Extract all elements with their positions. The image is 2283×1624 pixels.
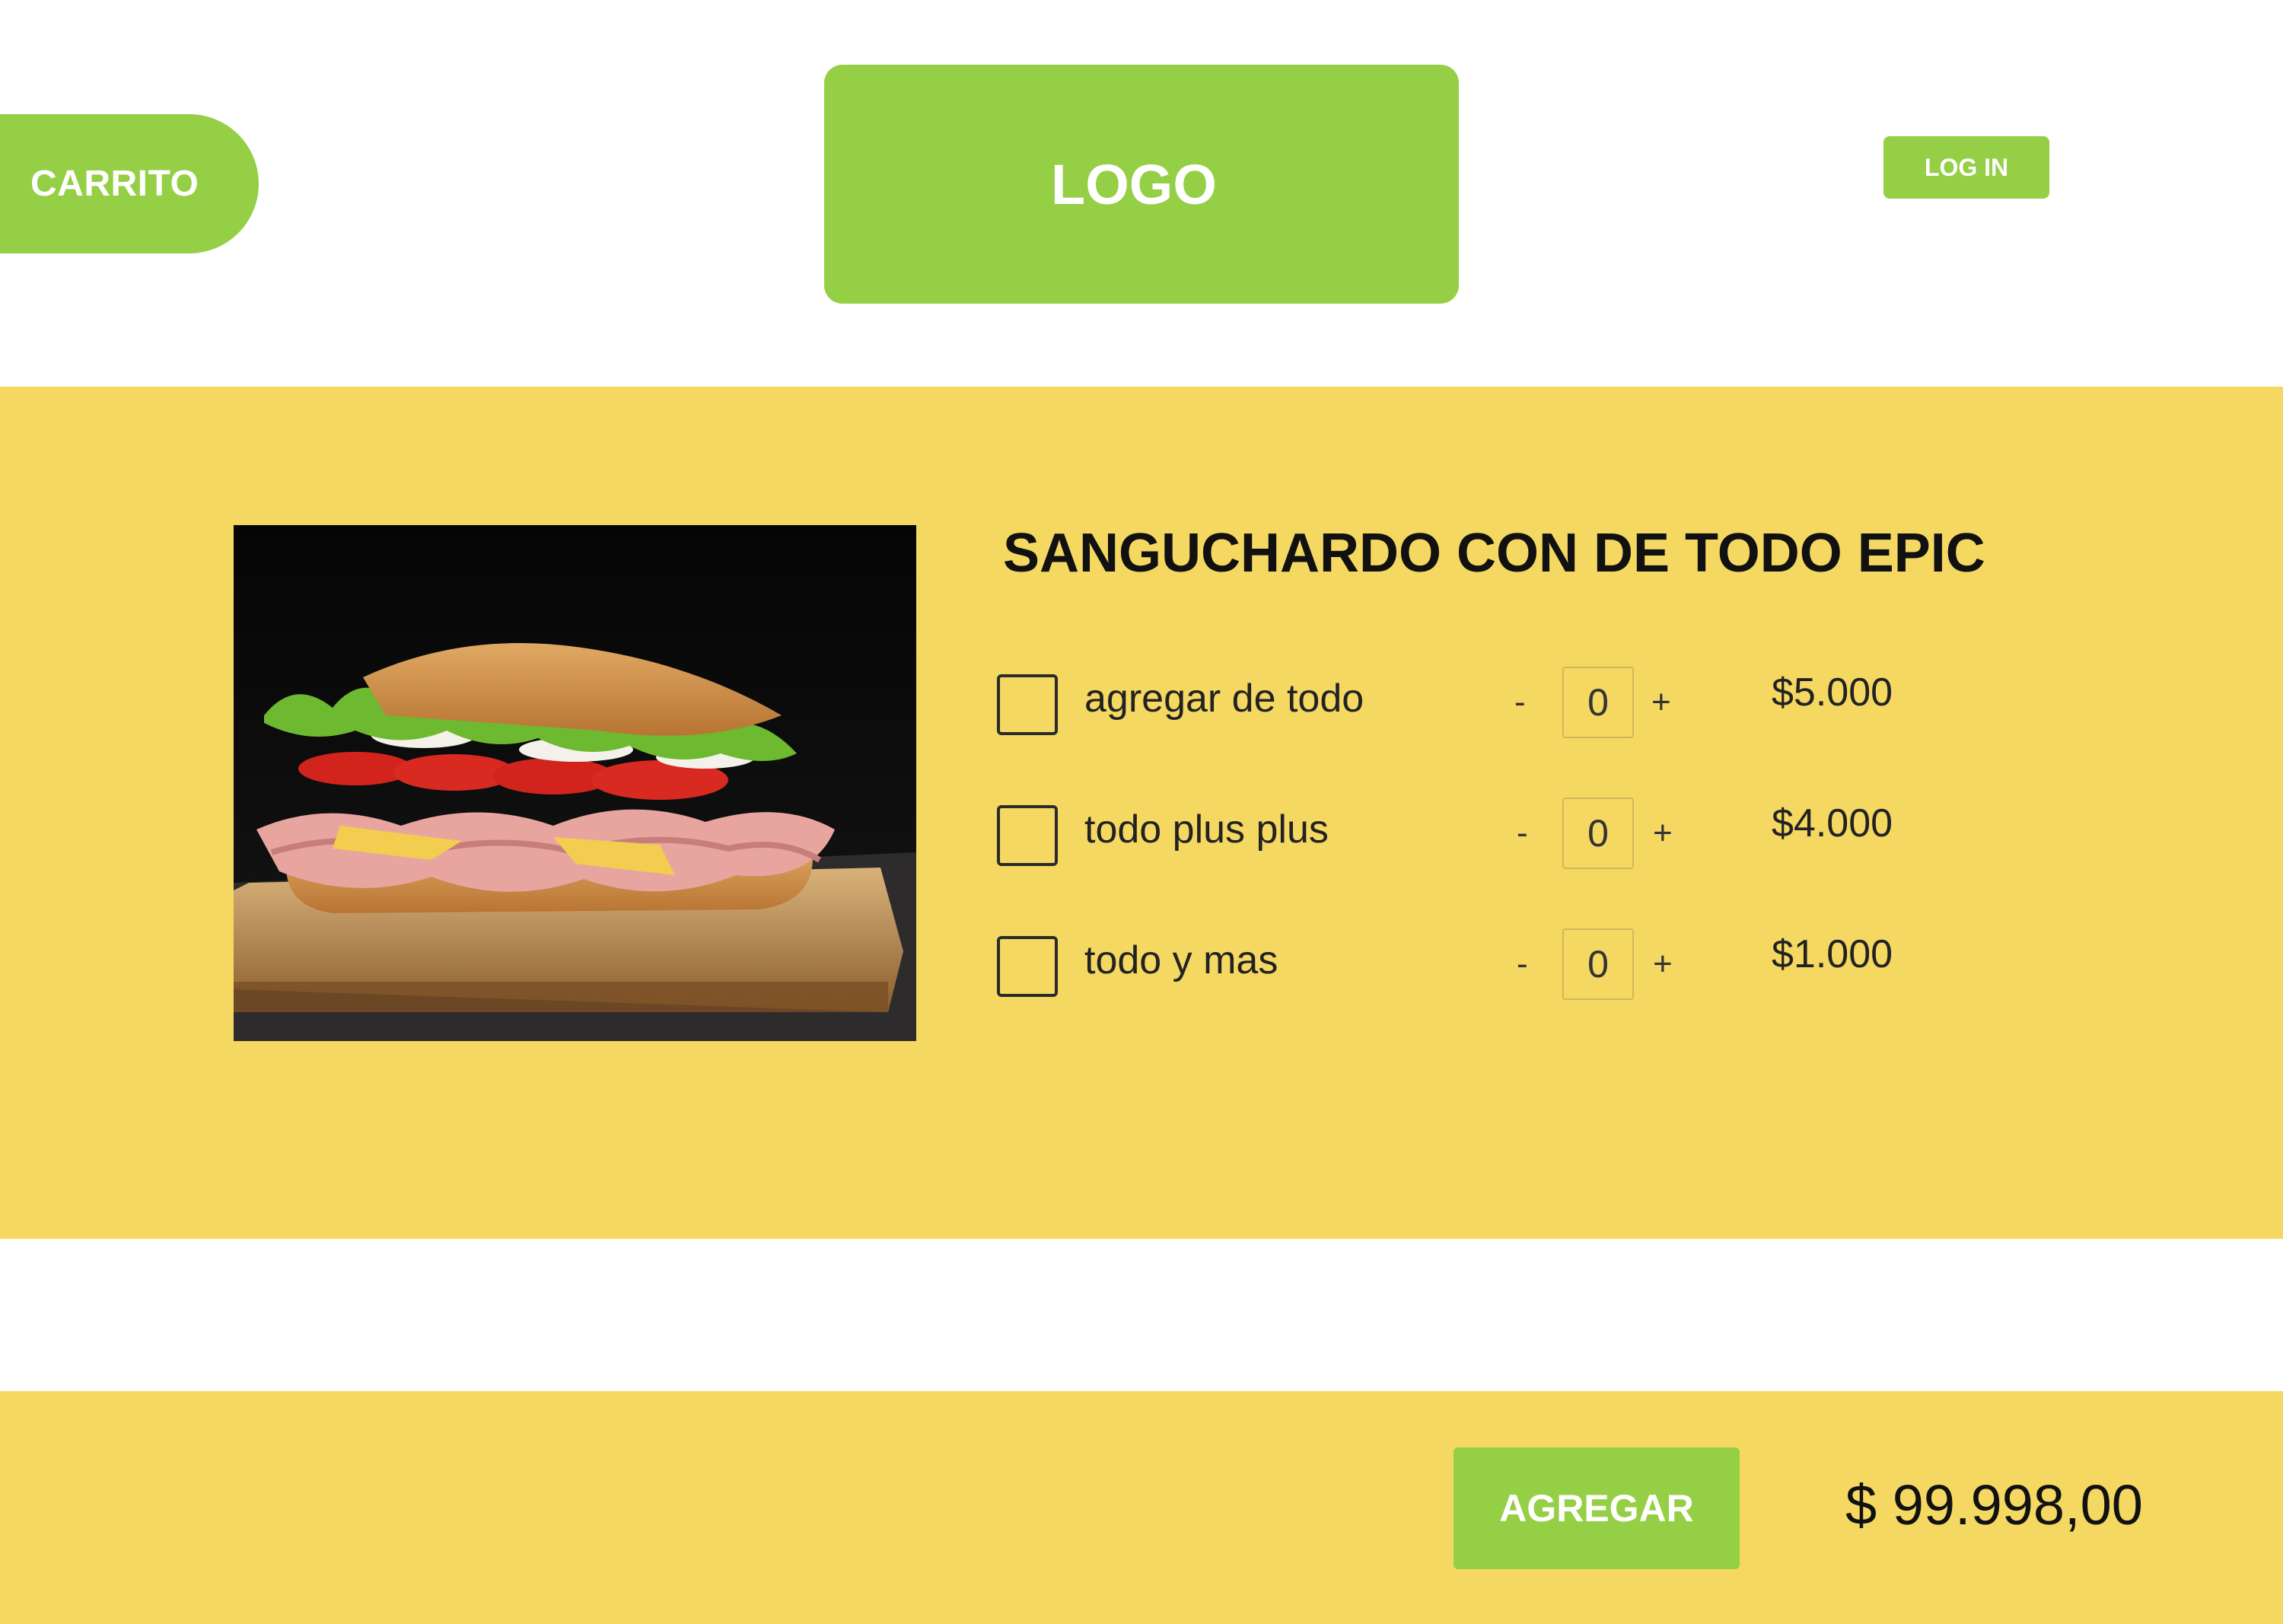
option-checkbox-2[interactable]	[997, 805, 1058, 866]
quantity-field-1[interactable]: 0	[1562, 667, 1634, 738]
option-label-3: todo y mas	[1084, 938, 1278, 982]
add-to-cart-button[interactable]: AGREGAR	[1454, 1447, 1740, 1569]
product-image	[234, 525, 916, 1041]
increment-button-2[interactable]: +	[1653, 814, 1673, 852]
option-price-3: $1.000	[1772, 932, 1893, 976]
login-button[interactable]: LOG IN	[1883, 136, 2049, 199]
increment-button-3[interactable]: +	[1653, 945, 1673, 983]
option-checkbox-1[interactable]	[997, 674, 1058, 735]
decrement-button-3[interactable]: -	[1517, 945, 1528, 983]
option-checkbox-3[interactable]	[997, 936, 1058, 997]
sandwich-photo-icon	[234, 525, 916, 1041]
option-price-1: $5.000	[1772, 670, 1893, 715]
option-price-2: $4.000	[1772, 801, 1893, 845]
logo: LOGO	[824, 65, 1459, 304]
option-label-1: agregar de todo	[1084, 677, 1364, 721]
decrement-button-1[interactable]: -	[1514, 683, 1526, 721]
product-title: SANGUCHARDO CON DE TODO EPIC	[1003, 523, 1985, 584]
cart-button[interactable]: CARRITO	[0, 114, 259, 253]
quantity-field-2[interactable]: 0	[1562, 798, 1634, 869]
total-price: $ 99.998,00	[1845, 1473, 2143, 1536]
quantity-field-3[interactable]: 0	[1562, 928, 1634, 1000]
decrement-button-2[interactable]: -	[1517, 814, 1528, 852]
option-label-2: todo plus plus	[1084, 807, 1329, 852]
increment-button-1[interactable]: +	[1651, 683, 1671, 721]
